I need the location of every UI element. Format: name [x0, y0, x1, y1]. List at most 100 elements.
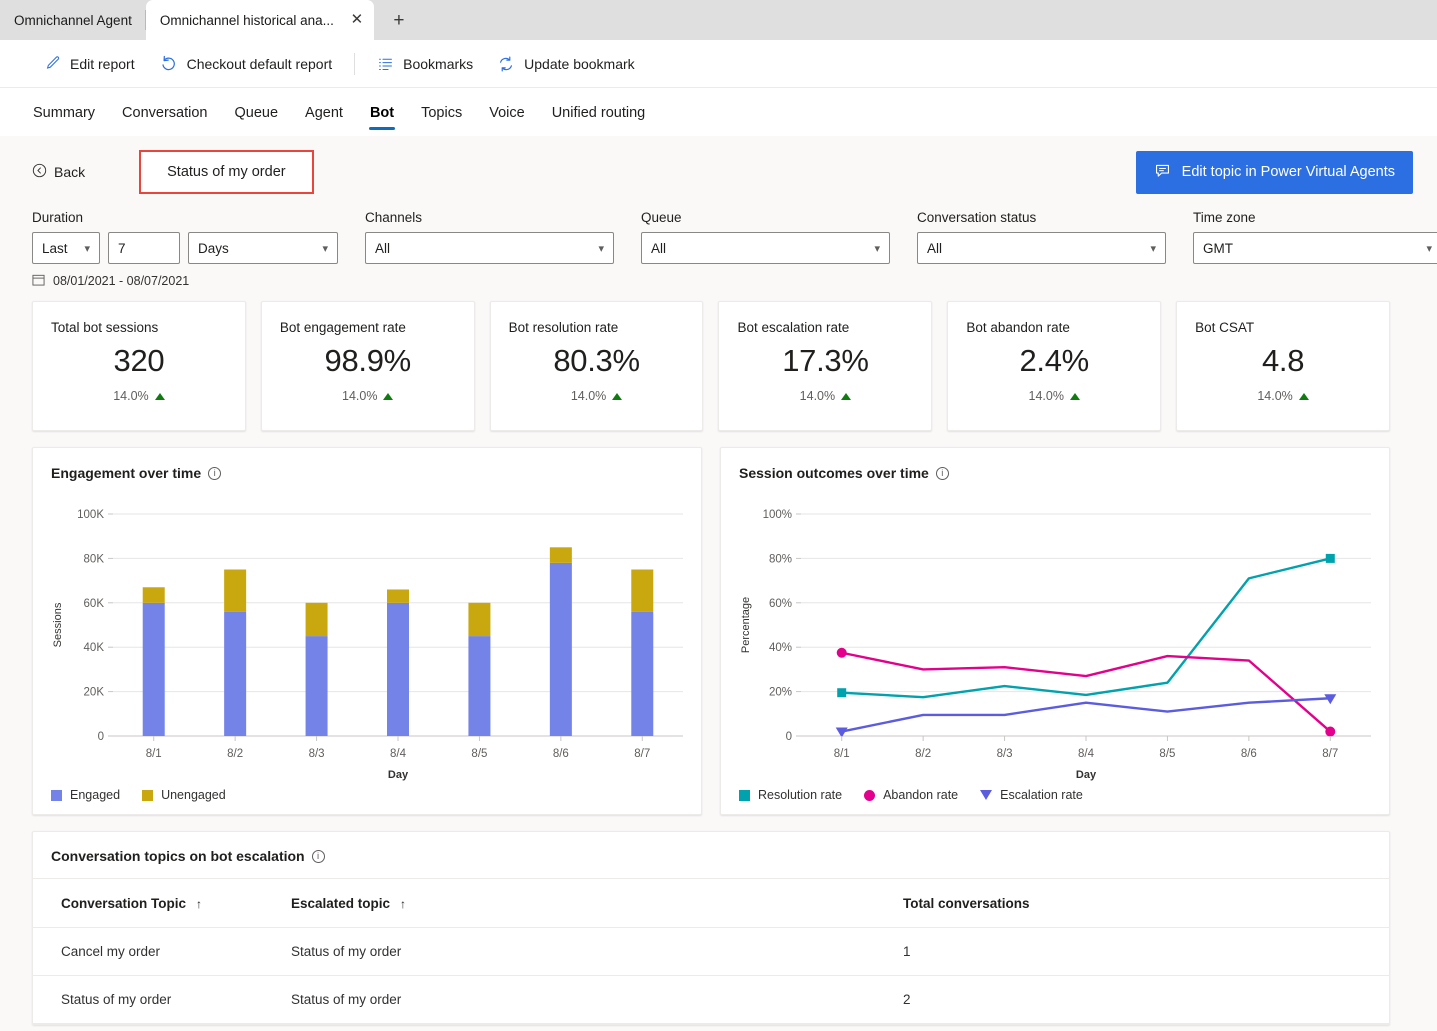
svg-text:80%: 80% [769, 553, 792, 565]
table-row[interactable]: Status of my order Status of my order 2 [33, 975, 1389, 1024]
legend-item-resolution-rate[interactable]: Resolution rate [739, 788, 842, 802]
svg-text:8/3: 8/3 [309, 748, 325, 760]
plus-icon[interactable]: + [384, 6, 414, 36]
column-header-total-conversations[interactable]: Total conversations [903, 878, 1389, 928]
outcomes-chart-title-row: Session outcomes over time i [721, 448, 1389, 481]
cell-total-conversations: 2 [903, 975, 1389, 1024]
svg-text:8/2: 8/2 [227, 748, 243, 760]
legend-swatch-resolution-rate [739, 789, 750, 801]
table-title: Conversation topics on bot escalation [51, 848, 305, 864]
tab-bot[interactable]: Bot [368, 93, 396, 132]
duration-unit-value: Days [198, 240, 229, 256]
time-zone-value: GMT [1203, 240, 1233, 256]
calendar-icon [32, 273, 45, 289]
browser-tab-historical-analytics[interactable]: Omnichannel historical ana... ✕ [145, 0, 374, 40]
duration-amount-input[interactable]: 7 [108, 232, 180, 264]
checkout-default-report-button[interactable]: Checkout default report [147, 48, 345, 79]
page-subheader: Back Status of my order Edit topic in Po… [0, 136, 1437, 194]
trend-up-icon [612, 392, 623, 400]
table-title-row: Conversation topics on bot escalation i [33, 832, 1389, 878]
edit-topic-in-power-virtual-agents-button[interactable]: Edit topic in Power Virtual Agents [1135, 150, 1413, 194]
channels-select[interactable]: All ▾ [365, 232, 614, 264]
svg-text:8/7: 8/7 [634, 748, 650, 760]
svg-text:Day: Day [388, 769, 409, 781]
trend-up-icon [383, 392, 394, 400]
info-icon[interactable]: i [935, 466, 949, 480]
time-zone-select[interactable]: GMT ▾ [1193, 232, 1437, 264]
refresh-icon [497, 55, 515, 73]
svg-text:100K: 100K [77, 509, 104, 521]
legend-item-escalation-rate[interactable]: Escalation rate [980, 788, 1083, 802]
svg-text:20K: 20K [84, 687, 105, 699]
bookmarks-button[interactable]: Bookmarks [365, 49, 485, 78]
duration-unit-select[interactable]: Days ▾ [188, 232, 338, 264]
kpi-bot-engagement-rate: Bot engagement rate 98.9% 14.0% [260, 301, 475, 431]
back-button[interactable]: Back [32, 163, 85, 181]
svg-text:8/3: 8/3 [997, 748, 1013, 760]
outcomes-chart-plot: 0 20% 40% 60% 80% 100% 8/1 8/2 8/3 8/4 8/5 8/6 8/7 Da… [721, 496, 1389, 814]
info-icon[interactable]: i [311, 849, 325, 863]
svg-text:8/4: 8/4 [1078, 748, 1095, 760]
legend-swatch-abandon-rate [864, 789, 876, 801]
tab-conversation[interactable]: Conversation [121, 93, 208, 132]
outcomes-chart-legend: Resolution rate Abandon rate Escalation … [739, 788, 1083, 802]
legend-swatch-escalation-rate [980, 790, 993, 800]
duration-mode-select[interactable]: Last ▾ [32, 232, 100, 264]
kpi-value: 17.3% [782, 343, 869, 378]
time-zone-label: Time zone [1193, 210, 1256, 225]
kpi-delta: 14.0% [1257, 389, 1309, 403]
bookmarks-label: Bookmarks [403, 55, 474, 72]
tab-voice[interactable]: Voice [488, 93, 525, 132]
svg-text:20%: 20% [769, 687, 792, 699]
edit-report-button[interactable]: Edit report [32, 49, 147, 78]
duration-filter-group: Duration Last ▾ 7 Days ▾ [32, 210, 338, 264]
kpi-delta: 14.0% [1029, 389, 1080, 403]
tab-queue[interactable]: Queue [233, 93, 279, 132]
svg-text:8/5: 8/5 [471, 748, 487, 760]
tab-summary[interactable]: Summary [32, 93, 96, 132]
conversation-status-select[interactable]: All ▾ [917, 232, 1166, 264]
trend-up-icon [1298, 392, 1309, 400]
legend-swatch-unengaged [142, 789, 154, 801]
kpi-delta-value: 14.0% [570, 389, 607, 403]
column-header-conversation-topic[interactable]: Conversation Topic ↑ [33, 878, 263, 928]
update-bookmark-button[interactable]: Update bookmark [485, 49, 647, 79]
queue-select[interactable]: All ▾ [641, 232, 890, 264]
svg-text:8/7: 8/7 [1322, 748, 1338, 760]
conversation-status-filter-group: Conversation status All ▾ [917, 210, 1166, 264]
chat-bot-icon [1154, 162, 1171, 183]
engagement-chart-legend: Engaged Unengaged [51, 788, 226, 802]
column-header-escalated-topic[interactable]: Escalated topic ↑ [263, 878, 903, 928]
report-pivot-tabs: Summary Conversation Queue Agent Bot Top… [0, 88, 1437, 136]
queue-filter-group: Queue All ▾ [641, 210, 890, 264]
cell-escalated-topic: Status of my order [263, 975, 903, 1024]
command-bar: Edit report Checkout default report Book… [0, 40, 1437, 88]
legend-swatch-engaged [51, 789, 62, 801]
legend-item-engaged[interactable]: Engaged [51, 788, 120, 802]
chart-row: Engagement over time i 0 20K 40K 60K 80K 100K… [0, 431, 1437, 815]
legend-item-abandon-rate[interactable]: Abandon rate [864, 788, 958, 802]
channels-label: Channels [365, 210, 423, 225]
trend-up-icon [1069, 392, 1080, 400]
table-row[interactable]: Cancel my order Status of my order 1 [33, 927, 1389, 976]
tab-topics[interactable]: Topics [420, 93, 463, 132]
svg-text:60K: 60K [84, 598, 105, 610]
undo-icon [159, 54, 178, 73]
tab-agent[interactable]: Agent [304, 93, 344, 132]
cell-total-conversations: 1 [903, 927, 1389, 976]
kpi-delta: 14.0% [800, 389, 852, 403]
browser-tab-omnichannel-agent[interactable]: Omnichannel Agent [0, 0, 146, 40]
conversation-topics-table: Conversation Topic ↑ Escalated topic ↑ Tot… [33, 878, 1389, 1024]
chevron-down-icon: ▾ [1150, 242, 1156, 255]
info-icon[interactable]: i [208, 466, 222, 480]
svg-text:100%: 100% [763, 509, 792, 521]
kpi-delta-value: 14.0% [1028, 389, 1064, 403]
session-outcomes-over-time-card: Session outcomes over time i 0 20% 40% 60% 8… [720, 447, 1390, 815]
legend-label: Escalation rate [1000, 788, 1083, 802]
svg-text:60%: 60% [769, 598, 792, 610]
legend-item-unengaged[interactable]: Unengaged [142, 788, 226, 802]
column-label: Escalated topic [291, 896, 391, 911]
duration-label: Duration [32, 210, 84, 225]
tab-unified-routing[interactable]: Unified routing [551, 93, 647, 132]
close-icon[interactable]: ✕ [348, 11, 366, 29]
